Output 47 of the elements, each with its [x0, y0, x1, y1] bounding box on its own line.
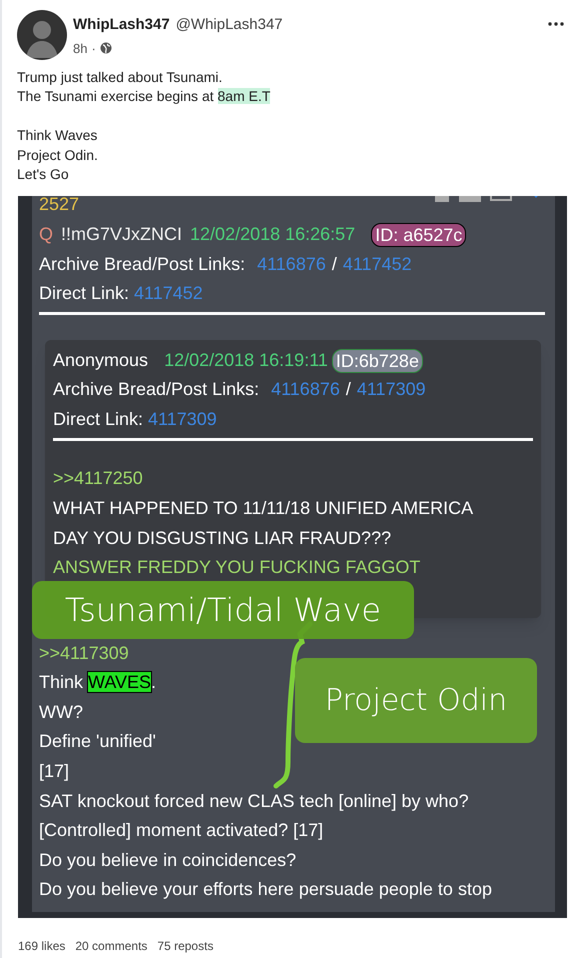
- post-text-line: DAY YOU DISGUSTING LIAR FRAUD???: [53, 526, 392, 550]
- more-options-icon[interactable]: [548, 22, 564, 26]
- direct-link[interactable]: 4117309: [148, 404, 217, 435]
- author-handle: @WhipLash347: [176, 15, 283, 35]
- reply-link[interactable]: ANSWER FREDDY YOU FUCKING FAGGOT: [53, 552, 420, 582]
- post-text-line: The Tsunami exercise begins at 8am E.T: [17, 87, 270, 106]
- tripcode: !!mG7VJxZNCI: [61, 223, 182, 246]
- post-text-line: Do you believe your efforts here persuade people to stop: [39, 878, 492, 902]
- engagement-count[interactable]: 169 likes: [18, 937, 66, 955]
- direct-link-label: Direct Link:: [39, 282, 130, 306]
- archive-link[interactable]: 4116876: [271, 375, 340, 405]
- post-time: 8h: [73, 40, 88, 58]
- post-text-line: Let's Go: [17, 164, 69, 184]
- post-text-line: Think WAVES.: [39, 671, 156, 694]
- annotation-label: Project Odin: [295, 658, 537, 743]
- engagement-count[interactable]: 75 reposts: [157, 937, 214, 955]
- post-text-line: Think Waves: [17, 126, 98, 146]
- post-number: 2527: [39, 196, 80, 216]
- post-text-line: Trump just talked about Tsunami.: [17, 68, 222, 87]
- engagement-count[interactable]: 20 comments: [75, 937, 148, 955]
- reply-link[interactable]: >>4117250: [53, 464, 143, 494]
- direct-link-label: Direct Link:: [53, 408, 144, 431]
- post-text-line: [Controlled] moment activated? [17]: [39, 819, 324, 842]
- archive-label: Archive Bread/Post Links:: [39, 252, 246, 276]
- archive-label: Archive Bread/Post Links:: [53, 378, 260, 402]
- post-text-line: Do you believe in coincidences?: [39, 848, 296, 872]
- q-marker: Q: [39, 223, 54, 246]
- post-text-line: SAT knockout forced new CLAS tech [online] by who?: [39, 790, 469, 813]
- avatar-icon[interactable]: [17, 10, 67, 60]
- post-timestamp: 12/02/2018 16:19:11: [164, 348, 328, 372]
- reply-link[interactable]: >>4117309: [39, 638, 129, 668]
- post-text-line: [17]: [39, 760, 70, 783]
- globe-icon: [100, 42, 112, 54]
- archive-link[interactable]: 4117309: [356, 375, 426, 405]
- author-name[interactable]: WhipLash347: [73, 14, 170, 36]
- post-timestamp: 12/02/2018 16:26:57: [190, 223, 356, 246]
- id-badge: ID:6b728e: [332, 348, 423, 373]
- poster-name: Anonymous: [53, 348, 148, 372]
- id-badge: ID: a6527c: [371, 222, 466, 247]
- post-text-line: WW?: [39, 700, 83, 724]
- annotation-label: Tsunami/Tidal Wave: [32, 581, 414, 639]
- post-text-line: Define 'unified': [39, 730, 156, 754]
- link-separator: /: [346, 378, 351, 402]
- post-text-line: Project Odin.: [17, 146, 98, 165]
- post-text-line: WHAT HAPPENED TO 11/11/18 UNIFIED AMERICA: [53, 496, 474, 520]
- separator-dot: ·: [91, 40, 96, 58]
- link-separator: /: [332, 252, 337, 276]
